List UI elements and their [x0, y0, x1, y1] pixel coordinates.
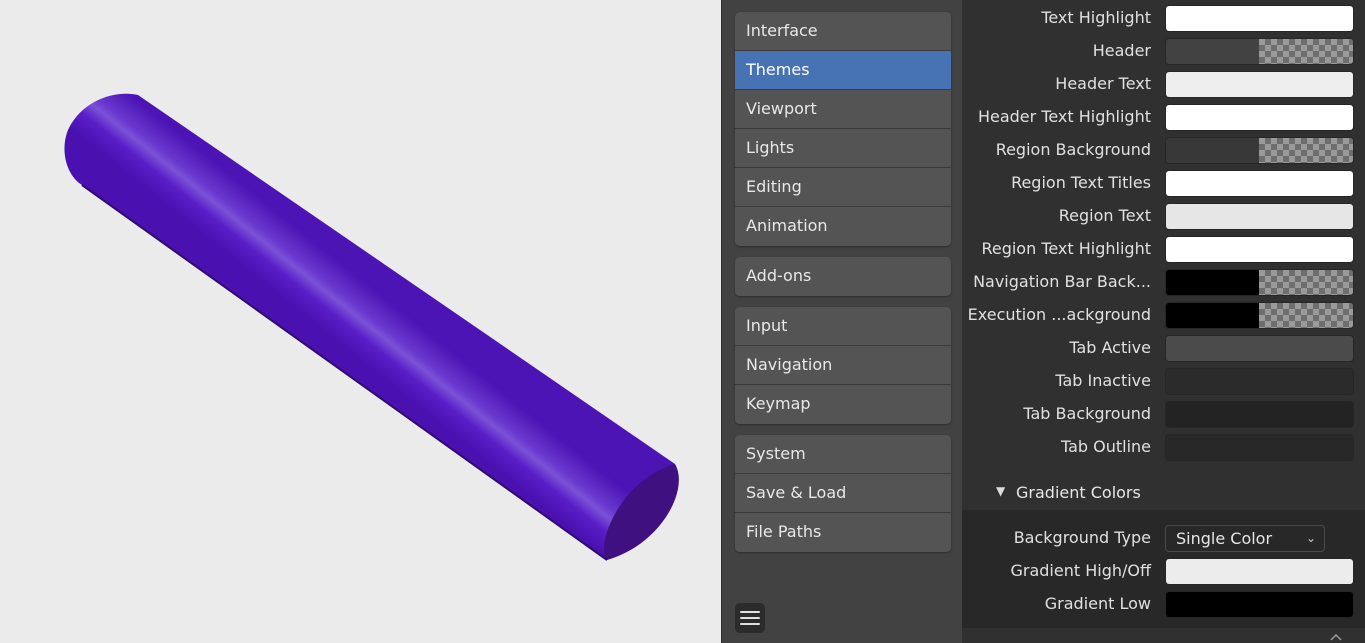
property-row: Region Background	[962, 133, 1365, 166]
color-swatch[interactable]	[1165, 302, 1354, 329]
color-swatch[interactable]	[1165, 401, 1354, 428]
property-label: Header Text Highlight	[977, 107, 1151, 126]
property-label: Tab Inactive	[1055, 371, 1151, 390]
nav-group-addons: Add-ons	[735, 257, 951, 296]
property-label: Execution ...ackground	[967, 305, 1151, 324]
color-swatch[interactable]	[1165, 170, 1354, 197]
theme-properties-panel: Text Highlight Header Header Text Header Te…	[962, 0, 1365, 643]
property-row-background-type: Background Type Single Color ⌄	[962, 521, 1365, 554]
property-label: Header Text	[1055, 74, 1151, 93]
nav-group-input: Input Navigation Keymap	[735, 307, 951, 424]
property-label: Region Text Highlight	[981, 239, 1151, 258]
property-row: Region Text Titles	[962, 166, 1365, 199]
property-label: Text Highlight	[1041, 8, 1151, 27]
gradient-colors-header[interactable]: ▼ Gradient Colors	[962, 476, 1365, 510]
property-label: Tab Active	[1069, 338, 1151, 357]
next-section-strip	[962, 628, 1365, 643]
property-row: Region Text	[962, 199, 1365, 232]
dropdown-value: Single Color	[1176, 529, 1273, 548]
chevron-up-icon[interactable]	[1329, 632, 1343, 642]
chevron-down-icon: ⌄	[1305, 531, 1316, 545]
property-row: Header	[962, 34, 1365, 67]
alpha-checker	[1259, 270, 1353, 295]
property-label: Region Text	[1058, 206, 1151, 225]
property-row: Tab Active	[962, 331, 1365, 364]
property-row: Header Text Highlight	[962, 100, 1365, 133]
property-row-gradient-low: Gradient Low	[962, 587, 1365, 620]
property-row-gradient-high: Gradient High/Off	[962, 554, 1365, 587]
hamburger-menu-icon[interactable]	[735, 603, 765, 633]
property-row: Tab Background	[962, 397, 1365, 430]
property-label: Tab Background	[1023, 404, 1151, 423]
color-swatch[interactable]	[1165, 368, 1354, 395]
property-row: Header Text	[962, 67, 1365, 100]
nav-item-viewport[interactable]: Viewport	[735, 90, 951, 129]
property-row: Tab Outline	[962, 430, 1365, 463]
property-label: Navigation Bar Back...	[973, 272, 1151, 291]
property-row: Region Text Highlight	[962, 232, 1365, 265]
disclosure-triangle-icon[interactable]: ▼	[996, 484, 1005, 498]
nav-group-system: System Save & Load File Paths	[735, 435, 951, 552]
nav-group-main: Interface Themes Viewport Lights Editing…	[735, 12, 951, 246]
alpha-checker	[1259, 39, 1353, 64]
property-label: Gradient Low	[1044, 594, 1151, 613]
gradient-colors-body: Background Type Single Color ⌄ Gradient …	[962, 510, 1365, 628]
color-swatch[interactable]	[1165, 236, 1354, 263]
property-label: Region Background	[995, 140, 1151, 159]
alpha-checker	[1259, 138, 1353, 163]
nav-item-lights[interactable]: Lights	[735, 129, 951, 168]
color-swatch[interactable]	[1165, 269, 1354, 296]
nav-item-save-load[interactable]: Save & Load	[735, 474, 951, 513]
nav-item-animation[interactable]: Animation	[735, 207, 951, 246]
nav-item-navigation[interactable]: Navigation	[735, 346, 951, 385]
property-label: Tab Outline	[1060, 437, 1151, 456]
background-type-dropdown[interactable]: Single Color ⌄	[1165, 525, 1325, 552]
color-swatch[interactable]	[1165, 203, 1354, 230]
property-row: Text Highlight	[962, 1, 1365, 34]
nav-item-file-paths[interactable]: File Paths	[735, 513, 951, 552]
color-swatch[interactable]	[1165, 104, 1354, 131]
property-row: Tab Inactive	[962, 364, 1365, 397]
color-swatch[interactable]	[1165, 434, 1354, 461]
nav-item-themes[interactable]: Themes	[735, 51, 951, 90]
property-label: Background Type	[1013, 528, 1151, 547]
3d-viewport[interactable]	[0, 0, 721, 643]
property-row: Execution ...ackground	[962, 298, 1365, 331]
color-swatch[interactable]	[1165, 137, 1354, 164]
nav-item-system[interactable]: System	[735, 435, 951, 474]
property-label: Gradient High/Off	[1010, 561, 1151, 580]
color-swatch-gradient-high[interactable]	[1165, 558, 1354, 585]
property-row: Navigation Bar Back...	[962, 265, 1365, 298]
alpha-checker	[1259, 303, 1353, 328]
nav-item-add-ons[interactable]: Add-ons	[735, 257, 951, 296]
nav-item-interface[interactable]: Interface	[735, 12, 951, 51]
cylinder-object[interactable]	[0, 0, 721, 643]
nav-item-input[interactable]: Input	[735, 307, 951, 346]
preferences-sidebar: Interface Themes Viewport Lights Editing…	[721, 0, 962, 643]
color-swatch[interactable]	[1165, 38, 1354, 65]
property-label: Region Text Titles	[1011, 173, 1151, 192]
nav-item-editing[interactable]: Editing	[735, 168, 951, 207]
color-swatch[interactable]	[1165, 335, 1354, 362]
color-swatch[interactable]	[1165, 5, 1354, 32]
nav-item-keymap[interactable]: Keymap	[735, 385, 951, 424]
color-swatch-gradient-low[interactable]	[1165, 591, 1354, 618]
color-swatch[interactable]	[1165, 71, 1354, 98]
section-title: Gradient Colors	[1016, 483, 1141, 502]
property-label: Header	[1092, 41, 1151, 60]
